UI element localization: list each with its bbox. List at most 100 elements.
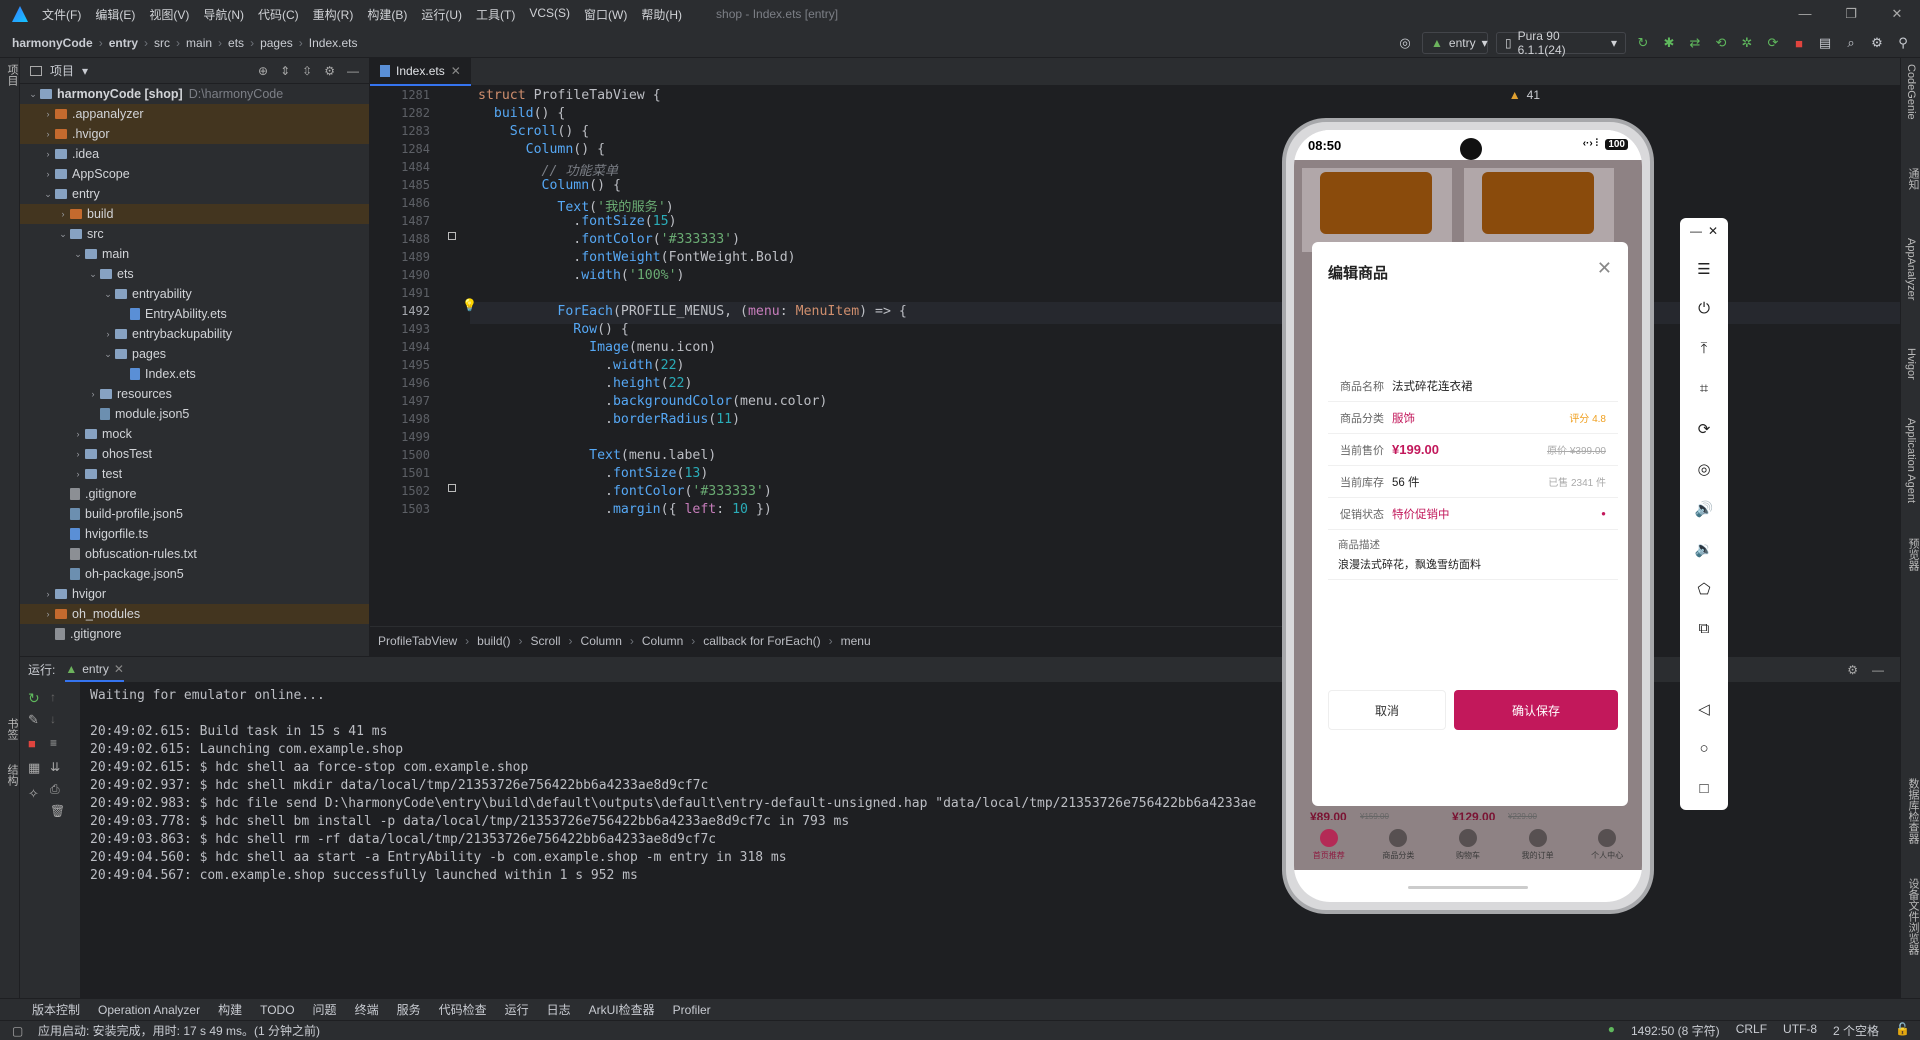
scroll-end-icon[interactable]: ⇊ (50, 760, 60, 774)
indent-setting[interactable]: 2 个空格 (1833, 1022, 1879, 1039)
file-encoding[interactable]: UTF-8 (1783, 1022, 1817, 1039)
menu-item[interactable]: 重构(R) (313, 6, 354, 23)
tree-item[interactable]: build-profile.json5 (20, 504, 369, 524)
tab-item[interactable]: 个人中心 (1572, 820, 1642, 870)
hide-icon[interactable]: — (1872, 663, 1884, 677)
chevron-down-icon[interactable]: ⌄ (26, 89, 40, 100)
tree-item[interactable]: › hvigor (20, 584, 369, 604)
tool-window-button[interactable]: 版本控制 (32, 1001, 80, 1018)
tree-item[interactable]: EntryAbility.ets (20, 304, 369, 324)
right-tool-label[interactable]: Application Agent (1905, 418, 1917, 503)
tab-item[interactable]: 商品分类 (1364, 820, 1434, 870)
right-tool-label[interactable]: 预览器 (1905, 538, 1920, 571)
lightbulb-icon[interactable]: 💡 (462, 298, 477, 312)
hot-reload-icon[interactable]: ⟳ (1764, 34, 1782, 52)
code-line[interactable]: Column() { (478, 142, 605, 157)
tree-item[interactable]: › resources (20, 384, 369, 404)
code-line[interactable]: .width(22) (478, 358, 684, 373)
expand-all-icon[interactable]: ⇕ (280, 64, 290, 78)
pin-icon[interactable]: ✧ (28, 786, 39, 802)
tree-item[interactable]: module.json5 (20, 404, 369, 424)
chevron-icon[interactable]: › (41, 169, 55, 179)
settings-icon[interactable]: ⚙ (1868, 34, 1886, 52)
tree-item[interactable]: › test (20, 464, 369, 484)
breadcrumb-item[interactable]: ets (228, 36, 244, 50)
cursor-position[interactable]: 1492:50 (8 字符) (1631, 1022, 1720, 1039)
tree-item[interactable]: ⌄ entry (20, 184, 369, 204)
chevron-icon[interactable]: ⌄ (101, 349, 115, 360)
code-breadcrumb-item[interactable]: Column (581, 634, 622, 648)
down-arrow-icon[interactable]: ↓ (50, 712, 56, 726)
crop-icon[interactable]: ⌗ (1680, 380, 1728, 397)
code-breadcrumb-item[interactable]: Scroll (531, 634, 561, 648)
project-tool-label[interactable]: 项目 (4, 64, 20, 86)
menu-icon[interactable]: ☰ (1680, 260, 1728, 278)
layout-icon[interactable]: ▦ (28, 760, 40, 776)
code-breadcrumb-item[interactable]: build() (477, 634, 510, 648)
tree-item[interactable]: ⌄ src (20, 224, 369, 244)
form-row[interactable]: 当前库存 56 件 已售 2341 件 (1328, 466, 1618, 498)
tree-item[interactable]: Index.ets (20, 364, 369, 384)
location-icon[interactable]: ◎ (1680, 460, 1728, 478)
chevron-icon[interactable]: › (56, 209, 70, 219)
tree-item[interactable]: ⌄ pages (20, 344, 369, 364)
breadcrumb-item[interactable]: Index.ets (309, 36, 358, 50)
menu-item[interactable]: 导航(N) (203, 6, 244, 23)
trash-icon[interactable]: 🗑 (50, 804, 65, 818)
tree-item[interactable]: › entrybackupability (20, 324, 369, 344)
chevron-icon[interactable]: ⌄ (101, 289, 115, 300)
chevron-down-icon[interactable]: ▾ (82, 64, 88, 78)
warning-count[interactable]: 41 (1527, 88, 1540, 102)
code-line[interactable]: .fontWeight(FontWeight.Bold) (478, 250, 795, 265)
close-tab-icon[interactable]: ✕ (114, 662, 124, 676)
tool-window-button[interactable]: ArkUI检查器 (589, 1001, 655, 1018)
target-icon[interactable]: ◎ (1396, 34, 1414, 52)
tool-window-button[interactable]: 终端 (355, 1001, 379, 1018)
rerun-icon[interactable]: ↻ (1634, 34, 1652, 52)
code-line[interactable]: struct ProfileTabView { (478, 88, 661, 103)
tree-item[interactable]: hvigorfile.ts (20, 524, 369, 544)
debug-icon[interactable]: ✱ (1660, 34, 1678, 52)
tab-item[interactable]: 首页推荐 (1294, 820, 1364, 870)
minimize-icon[interactable]: — (1782, 0, 1828, 28)
tree-item[interactable]: › .appanalyzer (20, 104, 369, 124)
menu-item[interactable]: 构建(B) (367, 6, 407, 23)
code-breadcrumb-item[interactable]: ProfileTabView (378, 634, 457, 648)
print-icon[interactable]: ⎙ (50, 782, 60, 797)
gear-icon[interactable]: ⚙ (324, 64, 335, 78)
code-line[interactable]: Row() { (478, 322, 629, 337)
menu-item[interactable]: 代码(C) (258, 6, 299, 23)
code-line[interactable]: .fontColor('#333333') (478, 484, 772, 499)
menu-item[interactable]: 工具(T) (476, 6, 515, 23)
right-tool-label[interactable]: 数据库检查器 (1905, 778, 1920, 844)
menu-item[interactable]: 视图(V) (149, 6, 189, 23)
chevron-icon[interactable]: ⌄ (71, 249, 85, 260)
code-line[interactable]: .borderRadius(11) (478, 412, 740, 427)
rotate-icon[interactable]: ⟳ (1680, 420, 1728, 438)
tree-item[interactable]: › .hvigor (20, 124, 369, 144)
close-icon[interactable]: ✕ (1597, 258, 1612, 279)
chevron-icon[interactable]: › (41, 149, 55, 159)
code-line[interactable]: .fontSize(15) (478, 214, 676, 229)
right-tool-label[interactable]: CodeGenie (1905, 64, 1917, 120)
menu-item[interactable]: 编辑(E) (95, 6, 135, 23)
locate-icon[interactable]: ⊕ (258, 64, 268, 78)
volume-up-icon[interactable]: 🔊 (1680, 500, 1728, 518)
form-row[interactable]: 商品分类 服饰 评分 4.8 (1328, 402, 1618, 434)
structure-tool-label[interactable]: 结构 (4, 764, 20, 786)
code-line[interactable]: .margin({ left: 10 }) (478, 502, 772, 517)
breadcrumb-item[interactable]: pages (260, 36, 293, 50)
tree-item[interactable]: ⌄ entryability (20, 284, 369, 304)
menu-item[interactable]: 运行(U) (421, 6, 462, 23)
tool-window-button[interactable]: 代码检查 (439, 1001, 487, 1018)
tree-item[interactable]: › AppScope (20, 164, 369, 184)
apply-changes-icon[interactable]: ⟲ (1712, 34, 1730, 52)
wrench-icon[interactable]: ✎ (28, 712, 39, 728)
tool-window-button[interactable]: TODO (260, 1003, 294, 1017)
tool-window-button[interactable]: Operation Analyzer (98, 1003, 200, 1017)
code-line[interactable]: .fontColor('#333333') (478, 232, 740, 247)
line-separator[interactable]: CRLF (1736, 1022, 1767, 1039)
search-icon[interactable]: ⌕ (1842, 34, 1860, 52)
chevron-icon[interactable]: › (41, 589, 55, 599)
tool-window-button[interactable]: 服务 (397, 1001, 421, 1018)
